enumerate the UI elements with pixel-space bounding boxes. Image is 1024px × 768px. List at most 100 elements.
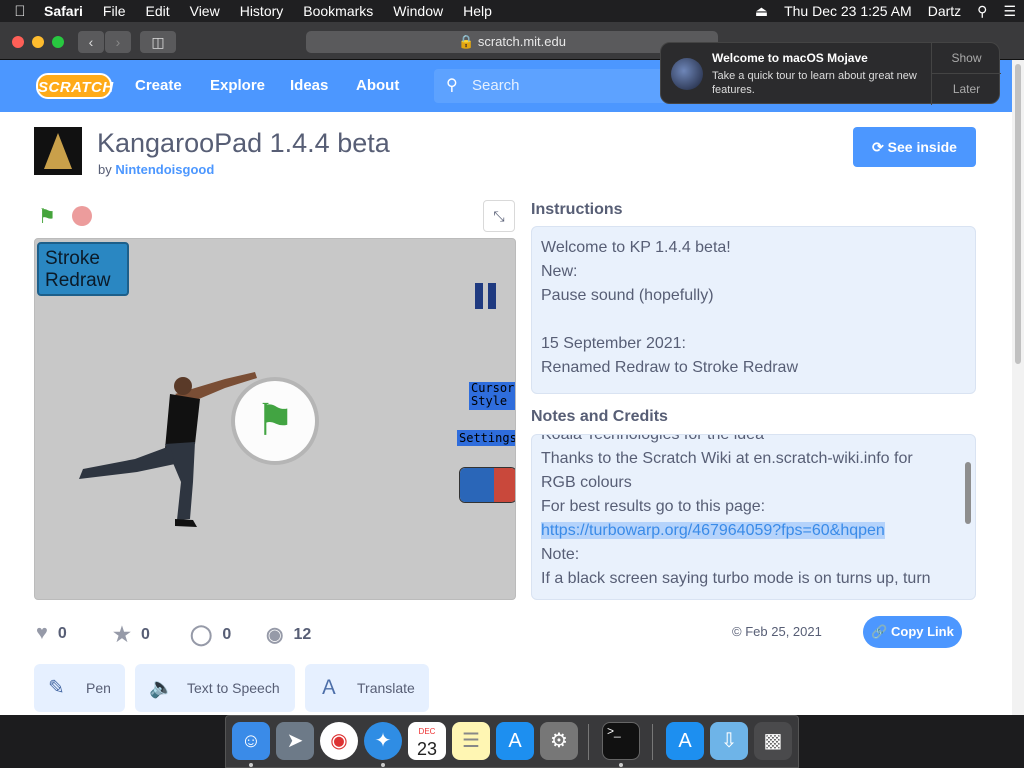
terminal-icon[interactable]: >_	[602, 722, 640, 760]
app-store-icon[interactable]: A	[496, 722, 534, 760]
menu-app-safari[interactable]: Safari	[40, 3, 93, 19]
extension-text-to-speech[interactable]: 🔈 Text to Speech	[135, 664, 295, 712]
shared-date: © Feb 25, 2021	[732, 624, 822, 639]
close-window-button[interactable]	[12, 36, 24, 48]
stroke-redraw-line1: Stroke	[45, 248, 100, 269]
cursor-style-button[interactable]: Cursor Style	[469, 382, 515, 410]
instructions-box: Welcome to KP 1.4.4 beta! New: Pause sou…	[531, 226, 976, 394]
copyright-icon: ©	[732, 624, 742, 639]
nav-explore[interactable]: Explore	[210, 77, 265, 94]
sidebar-button[interactable]: ◫	[140, 31, 176, 53]
forward-button[interactable]: ›	[105, 31, 131, 53]
notes-line: RGB colours	[541, 474, 632, 491]
launchpad-icon[interactable]: ➤	[276, 722, 314, 760]
notes-app-icon[interactable]: ☰	[452, 722, 490, 760]
instructions-heading: Instructions	[531, 201, 623, 218]
stroke-redraw-button[interactable]: Stroke Redraw	[37, 242, 129, 296]
translate-icon: Ａ	[319, 677, 339, 699]
nav-about[interactable]: About	[356, 77, 399, 94]
spotlight-search-icon[interactable]: ⚲	[969, 3, 995, 20]
link-icon: 🔗	[871, 624, 888, 639]
stop-sign-icon[interactable]	[72, 206, 92, 226]
project-page: KangarooPad 1.4.4 beta by Nintendoisgood…	[0, 112, 1012, 715]
address-bar[interactable]: 🔒 scratch.mit.edu	[306, 31, 718, 53]
menu-bookmarks[interactable]: Bookmarks	[293, 3, 383, 19]
notes-scrollbar[interactable]	[962, 434, 974, 600]
apple-menu-icon[interactable]: 	[0, 3, 40, 20]
menu-edit[interactable]: Edit	[135, 3, 179, 19]
chevron-right-icon: ›	[115, 34, 121, 50]
instructions-line	[541, 308, 966, 332]
search-input[interactable]: ⚲ Search	[434, 69, 674, 103]
notes-heading: Notes and Credits	[531, 408, 668, 425]
safari-icon[interactable]: ✦	[364, 722, 402, 760]
star-icon: ★	[113, 624, 131, 646]
instructions-line: 15 September 2021:	[541, 335, 686, 352]
play-flag-icon[interactable]: ⚑	[235, 381, 315, 461]
remixes-count: 0	[222, 625, 232, 643]
page-scrollbar[interactable]	[1012, 60, 1024, 715]
fullscreen-window-button[interactable]	[52, 36, 64, 48]
project-byline: by Nintendoisgood	[98, 162, 214, 177]
notes-line: Koala Technologies for the idea	[541, 434, 764, 443]
menu-window[interactable]: Window	[383, 3, 453, 19]
notes-line: For best results go to this page:	[541, 498, 766, 515]
nav-ideas[interactable]: Ideas	[290, 77, 328, 94]
author-link[interactable]: Nintendoisgood	[115, 162, 214, 177]
green-flag-icon[interactable]: ⚑	[38, 204, 56, 229]
color-toggle[interactable]	[459, 467, 515, 503]
minimize-window-button[interactable]	[32, 36, 44, 48]
extension-translate[interactable]: Ａ Translate	[305, 664, 429, 712]
eye-icon: ◉	[266, 624, 284, 646]
notification-show-button[interactable]: Show	[932, 43, 1001, 74]
copy-link-label: Copy Link	[890, 624, 954, 639]
macos-dock: ☺ ➤ ◉ ✦ DEC 23 ☰ A ⚙ >_ A ⇩ ▩	[225, 715, 799, 768]
shared-date-text: Feb 25, 2021	[745, 624, 822, 639]
search-placeholder: Search	[472, 77, 520, 94]
menu-help[interactable]: Help	[453, 3, 502, 19]
calendar-icon[interactable]: DEC 23	[408, 722, 446, 760]
extension-pen[interactable]: ✎ Pen	[34, 664, 125, 712]
menu-history[interactable]: History	[230, 3, 294, 19]
expand-icon: ⤡	[493, 208, 505, 224]
menubar-user[interactable]: Dartz	[920, 3, 969, 19]
macos-notification[interactable]: Welcome to macOS Mojave Take a quick tou…	[660, 42, 1001, 105]
stroke-redraw-line2: Redraw	[45, 270, 111, 291]
scratch-logo[interactable]: SCRATCH	[36, 73, 113, 99]
back-button[interactable]: ‹	[78, 31, 104, 53]
see-inside-button[interactable]: ⟳ See inside	[853, 127, 976, 167]
notification-title: Welcome to macOS Mojave	[712, 51, 868, 65]
notification-later-button[interactable]: Later	[932, 74, 1001, 105]
project-stage[interactable]: Stroke Redraw ⚑ Cursor Style Settings	[34, 238, 516, 600]
instructions-line: Welcome to KP 1.4.4 beta!	[541, 239, 731, 256]
notification-center-icon[interactable]: ☰	[995, 3, 1024, 20]
app-store-folder-icon[interactable]: A	[666, 722, 704, 760]
settings-button[interactable]: Settings	[457, 430, 515, 446]
favorites-stat[interactable]: ★ 0	[113, 622, 150, 647]
menu-view[interactable]: View	[180, 3, 230, 19]
system-preferences-icon[interactable]: ⚙	[540, 722, 578, 760]
pause-icon[interactable]	[475, 283, 497, 309]
turbowarp-link[interactable]: https://turbowarp.org/467964059?fps=60&h…	[541, 522, 885, 539]
project-thumbnail	[34, 127, 82, 175]
menubar-clock[interactable]: Thu Dec 23 1:25 AM	[776, 3, 920, 19]
cursor-style-line2: Style	[471, 394, 508, 408]
eject-icon[interactable]: ⏏	[747, 3, 776, 20]
loves-stat[interactable]: ♥ 0	[36, 622, 67, 645]
loves-count: 0	[57, 624, 67, 642]
menu-file[interactable]: File	[93, 3, 136, 19]
finder-icon[interactable]: ☺	[232, 722, 270, 760]
notes-line: If a black screen saying turbo mode is o…	[541, 570, 931, 587]
chevron-left-icon: ‹	[88, 34, 94, 50]
nav-create[interactable]: Create	[135, 77, 182, 94]
remixes-stat: ◯ 0	[190, 622, 231, 647]
macos-menubar:  Safari File Edit View History Bookmark…	[0, 0, 1024, 22]
chrome-icon[interactable]: ◉	[320, 722, 358, 760]
trash-icon[interactable]: ▩	[754, 722, 792, 760]
notification-actions: Show Later	[931, 43, 1001, 105]
extension-label: Text to Speech	[187, 680, 280, 696]
fullscreen-button[interactable]: ⤡	[483, 200, 515, 232]
copy-link-button[interactable]: 🔗 Copy Link	[863, 616, 962, 648]
downloads-folder-icon[interactable]: ⇩	[710, 722, 748, 760]
notes-box[interactable]: Koala Technologies for the idea Thanks t…	[531, 434, 976, 600]
